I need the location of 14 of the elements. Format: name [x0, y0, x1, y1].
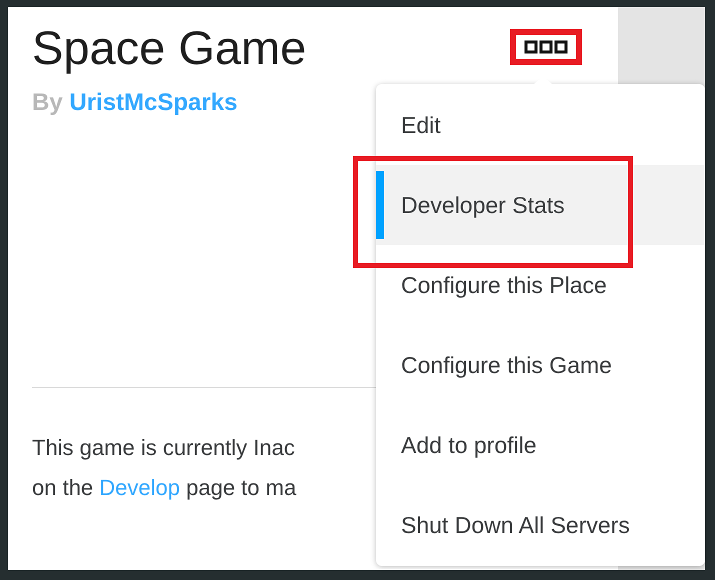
by-label: By [32, 89, 63, 116]
game-title: Space Game [32, 20, 308, 74]
menu-item[interactable]: Configure this Game [376, 347, 705, 383]
notice-text: page to ma [185, 475, 296, 500]
more-button[interactable] [510, 29, 582, 65]
menu-item[interactable]: Shut Down All Servers [376, 507, 705, 543]
notice-text: This game is currently Inac [32, 434, 295, 462]
menu-item[interactable]: Edit [376, 107, 705, 143]
selection-bar [376, 171, 384, 239]
menu-item[interactable]: Developer Stats [376, 165, 705, 245]
more-icon [524, 39, 568, 55]
menu-item[interactable]: Configure this Place [376, 267, 705, 303]
notice-text: on the [32, 475, 94, 500]
menu-item[interactable]: Add to profile [376, 427, 705, 463]
